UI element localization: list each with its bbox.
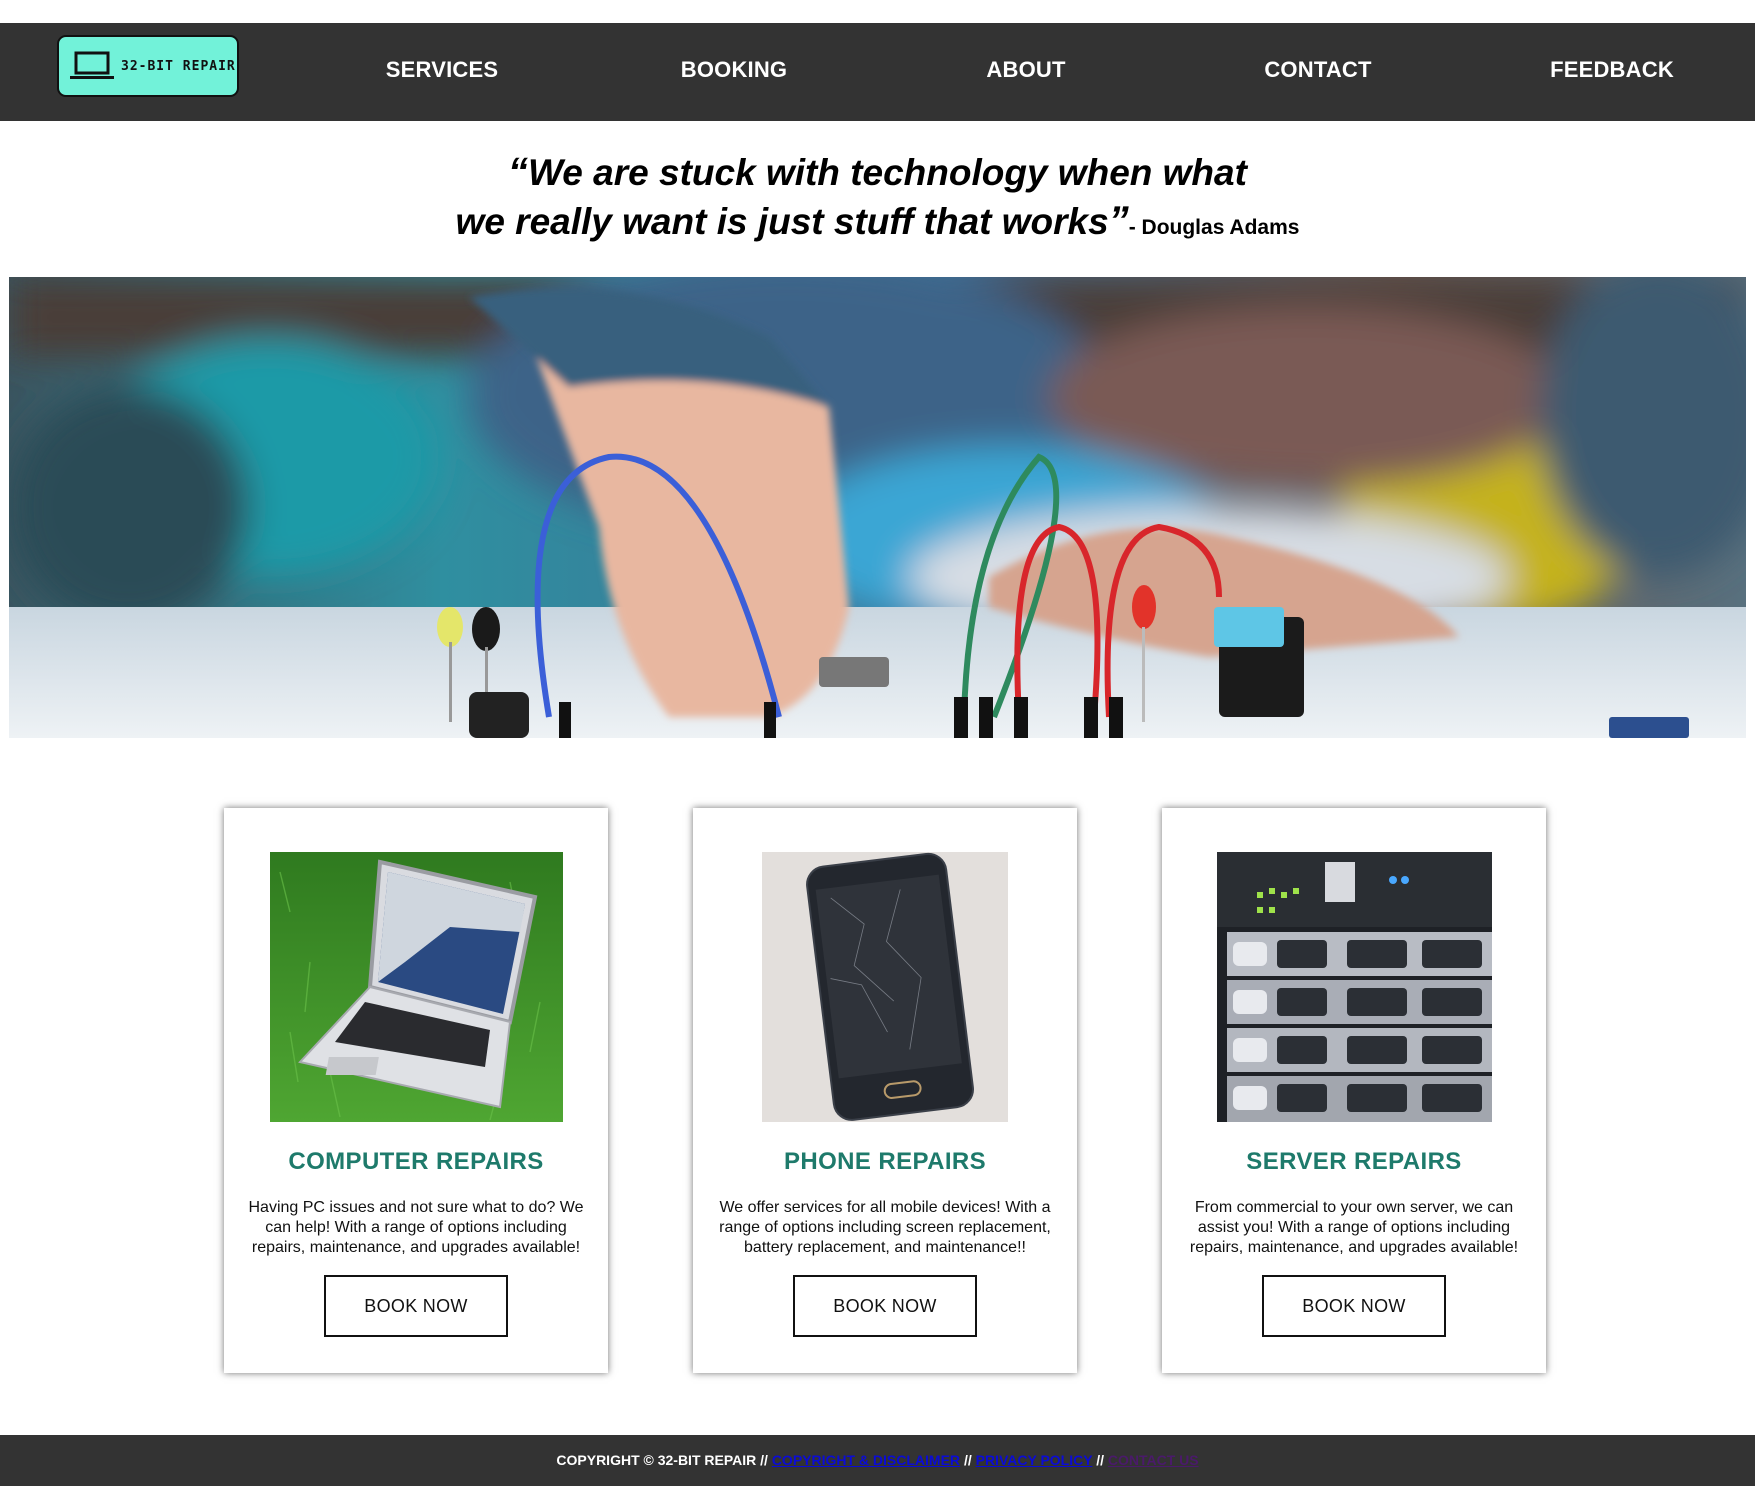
footer-separator: //: [963, 1452, 972, 1468]
quote-line-2: we really want is just stuff that works: [455, 201, 1109, 242]
nav-services[interactable]: SERVICES: [332, 57, 552, 83]
laptop-icon: [70, 51, 114, 79]
service-card-server: SERVER REPAIRS From commercial to your o…: [1162, 808, 1546, 1373]
laptop-photo: [269, 852, 563, 1122]
card-title: COMPUTER REPAIRS: [288, 1148, 544, 1175]
nav-contact[interactable]: CONTACT: [1208, 57, 1428, 83]
quote-line-1: We are stuck with technology when what: [528, 152, 1247, 193]
quote-close-mark: ”: [1108, 199, 1129, 243]
book-now-button[interactable]: BOOK NOW: [324, 1275, 508, 1337]
footer-link-privacy-policy[interactable]: PRIVACY POLICY: [976, 1452, 1093, 1468]
card-description: We offer services for all mobile devices…: [719, 1199, 1051, 1256]
server-photo: [1216, 852, 1492, 1122]
footer-link-contact-us[interactable]: CONTACT US: [1108, 1452, 1199, 1468]
footer-separator: //: [1096, 1452, 1104, 1468]
quote-author: - Douglas Adams: [1128, 216, 1300, 239]
footer-copyright: COPYRIGHT © 32-BIT REPAIR: [556, 1452, 757, 1468]
card-title: SERVER REPAIRS: [1246, 1148, 1462, 1175]
book-now-button[interactable]: BOOK NOW: [793, 1275, 977, 1337]
service-card-computer: COMPUTER REPAIRS Having PC issues and no…: [224, 808, 608, 1373]
hero-electronics-photo: [9, 277, 1746, 738]
card-title: PHONE REPAIRS: [783, 1148, 987, 1175]
card-description: Having PC issues and not sure what to do…: [248, 1199, 584, 1256]
nav-booking[interactable]: BOOKING: [624, 57, 844, 83]
quote-open-mark: “: [508, 150, 529, 194]
nav-about[interactable]: ABOUT: [916, 57, 1136, 83]
logo-text: 32-BIT REPAIR: [121, 59, 236, 74]
phone-photo: [762, 852, 1008, 1122]
service-card-phone: PHONE REPAIRS We offer services for all …: [693, 808, 1077, 1373]
hero-image: [9, 277, 1746, 738]
page: 32-BIT REPAIR SERVICES BOOKING ABOUT CON…: [0, 0, 1755, 1486]
footer-link-copyright-disclaimer[interactable]: COPYRIGHT & DISCLAIMER: [772, 1452, 960, 1468]
nav-feedback[interactable]: FEEDBACK: [1502, 57, 1722, 83]
logo[interactable]: 32-BIT REPAIR: [57, 35, 239, 97]
footer: COPYRIGHT © 32-BIT REPAIR // COPYRIGHT &…: [0, 1435, 1755, 1486]
card-description: From commercial to your own server, we c…: [1189, 1199, 1519, 1256]
navbar: 32-BIT REPAIR SERVICES BOOKING ABOUT CON…: [0, 23, 1755, 121]
footer-separator: //: [760, 1452, 768, 1468]
book-now-button[interactable]: BOOK NOW: [1262, 1275, 1446, 1337]
hero-quote: “We are stuck with technology when what …: [0, 148, 1755, 252]
